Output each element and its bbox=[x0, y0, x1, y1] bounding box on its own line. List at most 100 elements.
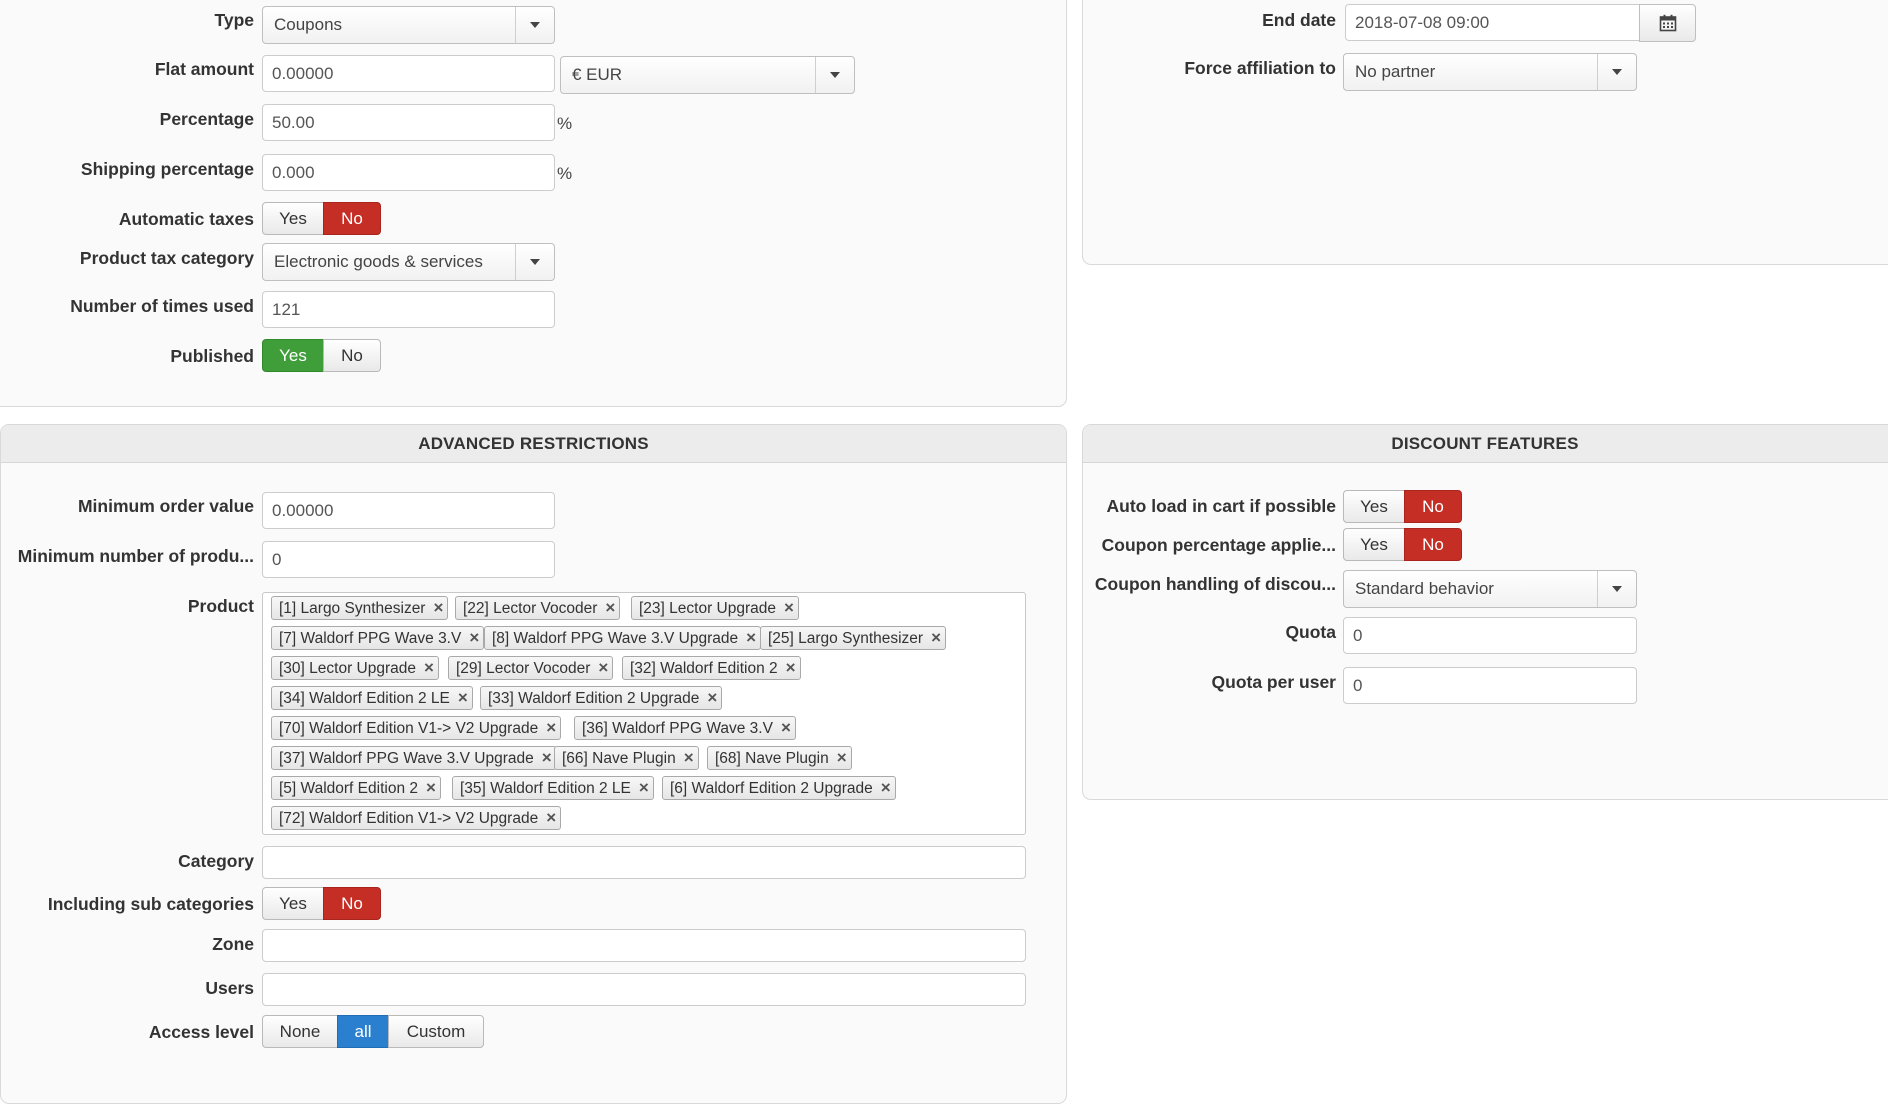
quota-label: Quota bbox=[1285, 622, 1336, 642]
sub-categories-toggle: Yes No bbox=[262, 887, 381, 920]
currency-select[interactable]: € EUR bbox=[560, 56, 855, 94]
currency-select-value: € EUR bbox=[572, 65, 623, 84]
auto-load-toggle: Yes No bbox=[1343, 490, 1462, 523]
close-icon[interactable]: × bbox=[458, 688, 468, 707]
auto-load-yes[interactable]: Yes bbox=[1343, 490, 1405, 523]
category-input[interactable] bbox=[262, 846, 1026, 879]
percentage-unit: % bbox=[557, 114, 573, 133]
flat-amount-input[interactable]: 0.00000 bbox=[262, 55, 555, 92]
times-used-label: Number of times used bbox=[70, 296, 254, 316]
chevron-down-icon bbox=[1597, 571, 1636, 607]
product-tag: [37] Waldorf PPG Wave 3.V Upgrade × bbox=[271, 746, 557, 770]
sub-categories-no[interactable]: No bbox=[323, 887, 381, 920]
type-select-value: Coupons bbox=[274, 15, 343, 34]
close-icon[interactable]: × bbox=[639, 778, 649, 797]
close-icon[interactable]: × bbox=[605, 598, 615, 617]
close-icon[interactable]: × bbox=[684, 748, 694, 767]
percentage-label: Percentage bbox=[159, 109, 254, 129]
product-tag: [32] Waldorf Edition 2 × bbox=[622, 656, 801, 680]
close-icon[interactable]: × bbox=[598, 658, 608, 677]
close-icon[interactable]: × bbox=[542, 748, 552, 767]
force-affiliation-value: No partner bbox=[1355, 62, 1436, 81]
quota-per-user-input[interactable]: 0 bbox=[1343, 667, 1637, 704]
close-icon[interactable]: × bbox=[426, 778, 436, 797]
product-tag: [5] Waldorf Edition 2 × bbox=[271, 776, 441, 800]
zone-input[interactable] bbox=[262, 929, 1026, 962]
automatic-taxes-no[interactable]: No bbox=[323, 202, 381, 235]
close-icon[interactable]: × bbox=[746, 628, 756, 647]
users-label: Users bbox=[205, 978, 254, 998]
percentage-input[interactable]: 50.00 bbox=[262, 104, 555, 141]
coupon-handling-value: Standard behavior bbox=[1355, 579, 1494, 598]
quota-input[interactable]: 0 bbox=[1343, 617, 1637, 654]
times-used-input[interactable]: 121 bbox=[262, 291, 555, 328]
close-icon[interactable]: × bbox=[931, 628, 941, 647]
product-tag: [72] Waldorf Edition V1-> V2 Upgrade × bbox=[271, 806, 562, 830]
access-level-label: Access level bbox=[148, 1022, 254, 1042]
type-label: Type bbox=[214, 10, 254, 30]
access-level-none[interactable]: None bbox=[262, 1015, 338, 1048]
close-icon[interactable]: × bbox=[546, 808, 556, 827]
min-order-value-input[interactable]: 0.00000 bbox=[262, 492, 555, 529]
calendar-button[interactable] bbox=[1639, 4, 1696, 42]
access-level-all[interactable]: all bbox=[337, 1015, 389, 1048]
coupon-percentage-yes[interactable]: Yes bbox=[1343, 528, 1405, 561]
type-select[interactable]: Coupons bbox=[262, 6, 555, 44]
chevron-down-icon bbox=[515, 244, 554, 280]
product-tag: [36] Waldorf PPG Wave 3.V × bbox=[574, 716, 796, 740]
close-icon[interactable]: × bbox=[433, 598, 443, 617]
category-label: Category bbox=[178, 851, 254, 871]
close-icon[interactable]: × bbox=[469, 628, 479, 647]
close-icon[interactable]: × bbox=[546, 718, 556, 737]
flat-amount-label: Flat amount bbox=[154, 59, 254, 79]
chevron-down-icon bbox=[1597, 54, 1636, 90]
access-level-toggle: None all Custom bbox=[262, 1015, 484, 1048]
sub-categories-yes[interactable]: Yes bbox=[262, 887, 324, 920]
product-tax-category-label: Product tax category bbox=[79, 248, 254, 268]
coupon-percentage-no[interactable]: No bbox=[1404, 528, 1462, 561]
sub-categories-label: Including sub categories bbox=[47, 894, 254, 914]
force-affiliation-select[interactable]: No partner bbox=[1343, 53, 1637, 91]
close-icon[interactable]: × bbox=[707, 688, 717, 707]
product-tag: [22] Lector Vocoder × bbox=[455, 596, 621, 620]
published-toggle: Yes No bbox=[262, 339, 381, 372]
chevron-down-icon bbox=[815, 57, 854, 93]
automatic-taxes-yes[interactable]: Yes bbox=[262, 202, 324, 235]
close-icon[interactable]: × bbox=[781, 718, 791, 737]
published-no[interactable]: No bbox=[323, 339, 381, 372]
close-icon[interactable]: × bbox=[837, 748, 847, 767]
close-icon[interactable]: × bbox=[784, 598, 794, 617]
shipping-percentage-label: Shipping percentage bbox=[80, 159, 254, 179]
product-tax-category-value: Electronic goods & services bbox=[274, 252, 483, 271]
close-icon[interactable]: × bbox=[786, 658, 796, 677]
published-yes[interactable]: Yes bbox=[262, 339, 324, 372]
product-tag: [1] Largo Synthesizer × bbox=[271, 596, 449, 620]
auto-load-no[interactable]: No bbox=[1404, 490, 1462, 523]
users-input[interactable] bbox=[262, 973, 1026, 1006]
product-tag: [23] Lector Upgrade × bbox=[631, 596, 799, 620]
close-icon[interactable]: × bbox=[424, 658, 434, 677]
product-tag: [8] Waldorf PPG Wave 3.V Upgrade × bbox=[484, 626, 762, 650]
product-tag: [33] Waldorf Edition 2 Upgrade × bbox=[480, 686, 723, 710]
automatic-taxes-label: Automatic taxes bbox=[118, 209, 254, 229]
product-tag: [25] Largo Synthesizer × bbox=[760, 626, 947, 650]
product-tax-category-select[interactable]: Electronic goods & services bbox=[262, 243, 555, 281]
min-products-input[interactable]: 0 bbox=[262, 541, 555, 578]
end-date-label: End date bbox=[1262, 10, 1336, 30]
product-tag: [6] Waldorf Edition 2 Upgrade × bbox=[662, 776, 896, 800]
shipping-percentage-input[interactable]: 0.000 bbox=[262, 154, 555, 191]
min-products-label: Minimum number of produ... bbox=[17, 546, 254, 566]
advanced-restrictions-title: ADVANCED RESTRICTIONS bbox=[1, 425, 1066, 463]
access-level-custom[interactable]: Custom bbox=[388, 1015, 484, 1048]
product-tag: [66] Nave Plugin × bbox=[554, 746, 699, 770]
close-icon[interactable]: × bbox=[881, 778, 891, 797]
product-label: Product bbox=[187, 596, 254, 616]
automatic-taxes-toggle: Yes No bbox=[262, 202, 381, 235]
quota-per-user-label: Quota per user bbox=[1211, 672, 1336, 692]
min-order-value-label: Minimum order value bbox=[77, 496, 254, 516]
coupon-handling-select[interactable]: Standard behavior bbox=[1343, 570, 1637, 608]
end-date-input[interactable]: 2018-07-08 09:00 bbox=[1345, 4, 1640, 41]
chevron-down-icon bbox=[515, 7, 554, 43]
product-tag: [7] Waldorf PPG Wave 3.V × bbox=[271, 626, 485, 650]
shipping-percentage-unit: % bbox=[557, 164, 573, 183]
